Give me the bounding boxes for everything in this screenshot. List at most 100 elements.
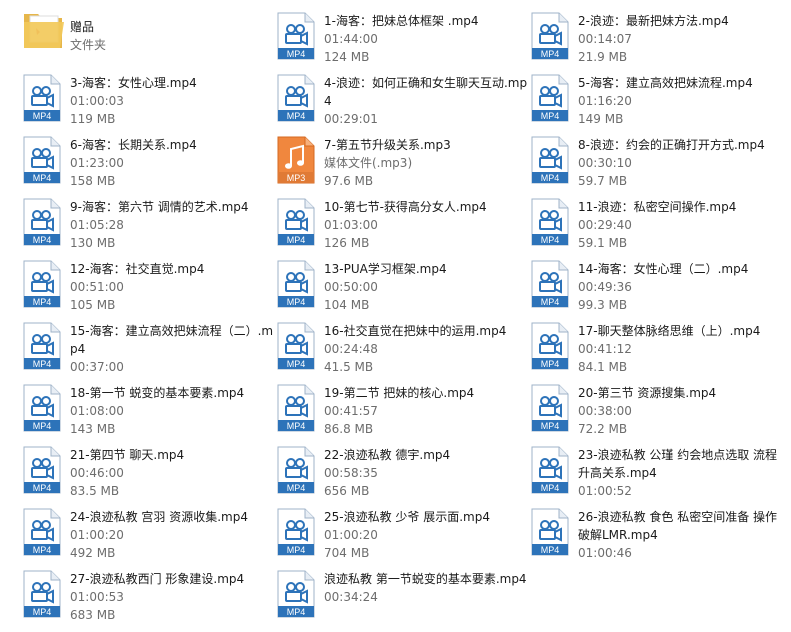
- file-item[interactable]: MP4 5-海客：建立高效把妹流程.mp4 01:16:20 149 MB: [530, 74, 784, 134]
- video-file-icon: MP4: [23, 446, 61, 494]
- file-details: 25-浪迹私教 少爷 展示面.mp4 01:00:20 704 MB: [324, 508, 530, 562]
- file-type-label: MP4: [541, 111, 560, 121]
- file-item[interactable]: MP4 22-浪迹私教 德宇.mp4 00:58:35 656 MB: [276, 446, 530, 506]
- folder-item[interactable]: 赠品 文件夹: [22, 12, 276, 72]
- file-item[interactable]: MP4 8-浪迹：约会的正确打开方式.mp4 00:30:10 59.7 MB: [530, 136, 784, 196]
- file-type-label: MP4: [33, 421, 52, 431]
- file-details: 16-社交直觉在把妹中的运用.mp4 00:24:48 41.5 MB: [324, 322, 530, 376]
- file-item[interactable]: MP4 26-浪迹私教 食色 私密空间准备 操作破解LMR.mp4 01:00:4…: [530, 508, 784, 568]
- file-item[interactable]: MP4 1-海客：把妹总体框架 .mp4 01:44:00 124 MB: [276, 12, 530, 72]
- file-duration: 01:00:46: [578, 546, 632, 560]
- file-duration: 00:14:07: [578, 32, 632, 46]
- video-file-icon: MP4: [23, 136, 61, 184]
- file-type-label: MP4: [541, 235, 560, 245]
- file-type-label: MP4: [33, 173, 52, 183]
- file-name: 18-第一节 蜕变的基本要素.mp4: [70, 386, 245, 400]
- file-duration: 00:46:00: [70, 466, 124, 480]
- file-icon-container: MP4: [22, 446, 62, 494]
- file-type-label: MP4: [287, 421, 306, 431]
- file-item[interactable]: MP4 13-PUA学习框架.mp4 00:50:00 104 MB: [276, 260, 530, 320]
- file-duration: 01:00:20: [70, 528, 124, 542]
- file-size: 105 MB: [70, 298, 116, 312]
- file-icon-container: MP4: [22, 384, 62, 432]
- video-file-icon: MP4: [277, 570, 315, 618]
- file-name: 9-海客：第六节 调情的艺术.mp4: [70, 200, 249, 214]
- file-type-label: MP4: [541, 49, 560, 59]
- file-item[interactable]: MP4 12-海客：社交直觉.mp4 00:51:00 105 MB: [22, 260, 276, 320]
- video-file-icon: MP4: [23, 322, 61, 370]
- file-name: 11-浪迹：私密空间操作.mp4: [578, 200, 737, 214]
- file-size: 59.7 MB: [578, 174, 628, 188]
- file-size: 21.9 MB: [578, 50, 628, 64]
- file-icon-container: MP4: [530, 12, 570, 60]
- file-size: 656 MB: [324, 484, 370, 498]
- file-size: 97.6 MB: [324, 174, 374, 188]
- file-icon-container: MP4: [22, 198, 62, 246]
- file-item[interactable]: MP4 14-海客：女性心理（二）.mp4 00:49:36 99.3 MB: [530, 260, 784, 320]
- file-name: 8-浪迹：约会的正确打开方式.mp4: [578, 138, 765, 152]
- video-file-icon: MP4: [277, 508, 315, 556]
- file-icon-container: [22, 8, 64, 56]
- file-type-label: MP4: [33, 235, 52, 245]
- file-icon-container: MP4: [276, 446, 316, 494]
- file-item[interactable]: MP4 20-第三节 资源搜集.mp4 00:38:00 72.2 MB: [530, 384, 784, 444]
- file-icon-container: MP4: [276, 322, 316, 370]
- file-item[interactable]: MP4 4-浪迹：如何正确和女生聊天互动.mp4 00:29:01: [276, 74, 530, 134]
- file-type-label: MP4: [33, 607, 52, 617]
- file-item[interactable]: MP4 10-第七节-获得高分女人.mp4 01:03:00 126 MB: [276, 198, 530, 258]
- file-duration: 00:51:00: [70, 280, 124, 294]
- file-details: 6-海客：长期关系.mp4 01:23:00 158 MB: [70, 136, 276, 190]
- file-item[interactable]: MP4 24-浪迹私教 宫羽 资源收集.mp4 01:00:20 492 MB: [22, 508, 276, 568]
- file-item[interactable]: MP4 15-海客：建立高效把妹流程（二）.mp4 00:37:00: [22, 322, 276, 382]
- file-name: 16-社交直觉在把妹中的运用.mp4: [324, 324, 507, 338]
- file-type-label: MP4: [287, 607, 306, 617]
- file-item[interactable]: MP4 19-第二节 把妹的核心.mp4 00:41:57 86.8 MB: [276, 384, 530, 444]
- file-size: 104 MB: [324, 298, 370, 312]
- file-details: 11-浪迹：私密空间操作.mp4 00:29:40 59.1 MB: [578, 198, 784, 252]
- file-name: 4-浪迹：如何正确和女生聊天互动.mp4: [324, 76, 528, 108]
- file-duration: 01:00:52: [578, 484, 632, 498]
- file-item[interactable]: MP4 21-第四节 聊天.mp4 00:46:00 83.5 MB: [22, 446, 276, 506]
- file-item[interactable]: MP4 17-聊天整体脉络思维（上）.mp4 00:41:12 84.1 MB: [530, 322, 784, 382]
- file-size: 124 MB: [324, 50, 370, 64]
- file-type-label: MP4: [541, 421, 560, 431]
- file-type-label: MP4: [287, 111, 306, 121]
- file-duration: 01:00:53: [70, 590, 124, 604]
- file-item[interactable]: MP4 3-海客：女性心理.mp4 01:00:03 119 MB: [22, 74, 276, 134]
- file-type-label: MP4: [287, 483, 306, 493]
- file-details: 赠品 文件夹: [70, 18, 276, 54]
- file-item[interactable]: MP3 7-第五节升级关系.mp3 媒体文件(.mp3) 97.6 MB: [276, 136, 530, 196]
- file-details: 10-第七节-获得高分女人.mp4 01:03:00 126 MB: [324, 198, 530, 252]
- file-item[interactable]: MP4 16-社交直觉在把妹中的运用.mp4 00:24:48 41.5 MB: [276, 322, 530, 382]
- file-details: 26-浪迹私教 食色 私密空间准备 操作破解LMR.mp4 01:00:46: [578, 508, 784, 562]
- file-details: 13-PUA学习框架.mp4 00:50:00 104 MB: [324, 260, 530, 314]
- file-item[interactable]: MP4 25-浪迹私教 少爷 展示面.mp4 01:00:20 704 MB: [276, 508, 530, 568]
- file-name: 浪迹私教 第一节蜕变的基本要素.mp4: [324, 572, 527, 586]
- file-item[interactable]: MP4 18-第一节 蜕变的基本要素.mp4 01:08:00 143 MB: [22, 384, 276, 444]
- video-file-icon: MP4: [277, 12, 315, 60]
- file-duration: 00:29:01: [324, 112, 378, 126]
- file-icon-container: MP4: [276, 384, 316, 432]
- file-name: 24-浪迹私教 宫羽 资源收集.mp4: [70, 510, 248, 524]
- file-item[interactable]: MP4 23-浪迹私教 公瑾 约会地点选取 流程 升高关系.mp4 01:00:5…: [530, 446, 784, 506]
- file-duration: 01:05:28: [70, 218, 124, 232]
- file-type-label: MP4: [287, 235, 306, 245]
- file-name: 22-浪迹私教 德宇.mp4: [324, 448, 451, 462]
- file-item[interactable]: MP4 27-浪迹私教西门 形象建设.mp4 01:00:53 683 MB: [22, 570, 276, 630]
- file-name: 20-第三节 资源搜集.mp4: [578, 386, 717, 400]
- file-item[interactable]: MP4 浪迹私教 第一节蜕变的基本要素.mp4 00:34:24: [276, 570, 530, 630]
- file-type-label: MP4: [33, 483, 52, 493]
- file-duration: 01:00:03: [70, 94, 124, 108]
- file-details: 24-浪迹私教 宫羽 资源收集.mp4 01:00:20 492 MB: [70, 508, 276, 562]
- video-file-icon: MP4: [531, 136, 569, 184]
- file-item[interactable]: MP4 6-海客：长期关系.mp4 01:23:00 158 MB: [22, 136, 276, 196]
- file-size: 704 MB: [324, 546, 370, 560]
- file-details: 22-浪迹私教 德宇.mp4 00:58:35 656 MB: [324, 446, 530, 500]
- file-item[interactable]: MP4 11-浪迹：私密空间操作.mp4 00:29:40 59.1 MB: [530, 198, 784, 258]
- file-duration: 00:58:35: [324, 466, 378, 480]
- file-item[interactable]: MP4 9-海客：第六节 调情的艺术.mp4 01:05:28 130 MB: [22, 198, 276, 258]
- file-type-label: MP4: [33, 111, 52, 121]
- file-item[interactable]: MP4 2-浪迹：最新把妹方法.mp4 00:14:07 21.9 MB: [530, 12, 784, 72]
- file-name: 23-浪迹私教 公瑾 约会地点选取 流程 升高关系.mp4: [578, 448, 778, 480]
- file-type-label: MP4: [541, 297, 560, 307]
